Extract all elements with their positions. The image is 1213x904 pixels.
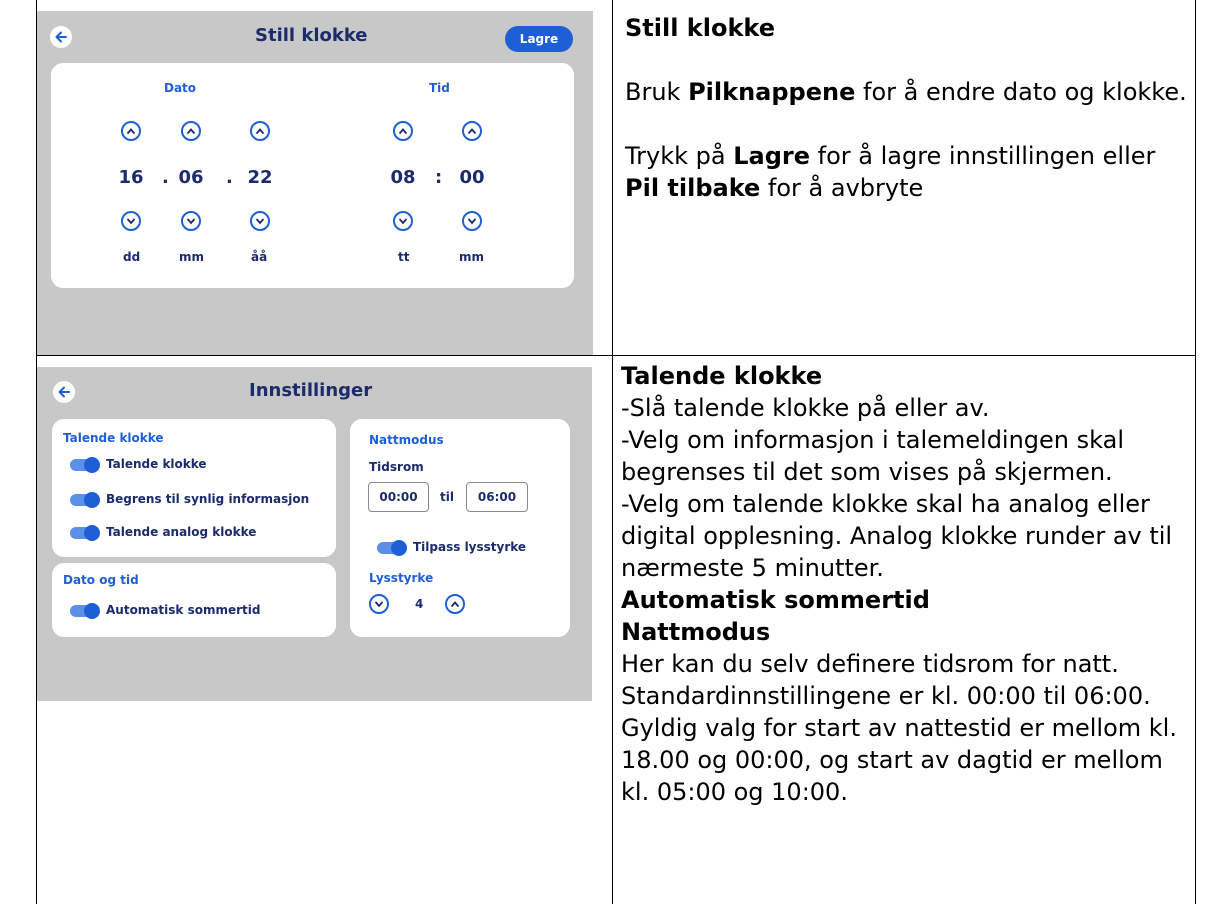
- chevron-up-icon: [256, 128, 264, 134]
- unit-month: mm: [179, 250, 205, 264]
- brightness-toggle[interactable]: [377, 540, 407, 556]
- talking-section-heading: Talende klokke: [63, 431, 164, 445]
- hour-down-button[interactable]: [393, 211, 413, 231]
- table-row-divider: [36, 355, 1196, 356]
- chevron-down-icon: [399, 218, 407, 225]
- talking-clock-card: Talende klokke Talende klokke Begrens ti…: [52, 419, 336, 557]
- date-separator: .: [226, 167, 233, 188]
- clock-settings-screenshot: Still klokke Lagre Dato Tid 16 . 06 . 22…: [37, 11, 593, 355]
- brightness-adapt-label: Tilpass lysstyrke: [413, 540, 527, 554]
- chevron-down-icon: [468, 218, 476, 225]
- chevron-up-icon: [468, 128, 476, 134]
- night-section-heading: Nattmodus: [369, 433, 444, 447]
- limit-info-toggle[interactable]: [70, 492, 100, 508]
- brightness-value: 4: [415, 597, 424, 611]
- brightness-up-button[interactable]: [445, 594, 465, 614]
- row1-heading: Still klokke: [625, 14, 776, 42]
- month-down-button[interactable]: [181, 211, 201, 231]
- dst-label: Automatisk sommertid: [106, 603, 261, 617]
- year-up-button[interactable]: [250, 121, 270, 141]
- arrow-left-icon: [55, 31, 67, 43]
- chevron-up-icon: [451, 601, 459, 607]
- day-up-button[interactable]: [121, 121, 141, 141]
- row2-line-1: -Slå talende klokke på eller av.: [621, 394, 990, 422]
- day-value: 16: [118, 167, 144, 188]
- screen-title: Still klokke: [255, 25, 368, 46]
- analog-clock-toggle[interactable]: [70, 525, 100, 541]
- brightness-down-button[interactable]: [369, 594, 389, 614]
- row2-heading-night: Nattmodus: [621, 618, 771, 646]
- talking-clock-toggle[interactable]: [70, 457, 100, 473]
- table-border-right: [1195, 0, 1196, 904]
- unit-year: åå: [251, 250, 268, 264]
- table-border-middle: [612, 0, 613, 904]
- row2-line-4: Her kan du selv definere tidsrom for nat…: [621, 650, 1177, 806]
- night-start-input[interactable]: 00:00: [368, 482, 429, 512]
- chevron-down-icon: [127, 218, 135, 225]
- year-value: 22: [247, 167, 273, 188]
- settings-screenshot: Innstillinger Talende klokke Talende klo…: [37, 367, 592, 701]
- row1-paragraph-1: Bruk Pilknappene for å endre dato og klo…: [625, 78, 1187, 106]
- analog-clock-label: Talende analog klokke: [106, 525, 257, 539]
- month-value: 06: [178, 167, 204, 188]
- datetime-section-heading: Dato og tid: [63, 573, 139, 587]
- day-down-button[interactable]: [121, 211, 141, 231]
- save-button[interactable]: Lagre: [505, 26, 573, 52]
- row1-paragraph-2: Trykk på Lagre for å lagre innstillingen…: [625, 142, 1156, 202]
- row2-heading-talking: Talende klokke: [621, 362, 823, 390]
- row2-line-3: -Velg om talende klokke skal ha analog e…: [621, 490, 1173, 582]
- chevron-down-icon: [256, 218, 264, 225]
- chevron-up-icon: [187, 128, 195, 134]
- minute-up-button[interactable]: [462, 121, 482, 141]
- screen-title: Innstillinger: [249, 380, 373, 401]
- talking-clock-label: Talende klokke: [106, 457, 207, 471]
- back-button[interactable]: [50, 26, 72, 48]
- dst-toggle[interactable]: [70, 603, 100, 619]
- year-down-button[interactable]: [250, 211, 270, 231]
- night-mode-card: Nattmodus Tidsrom 00:00 til 06:00 Tilpas…: [350, 419, 570, 637]
- date-time-card: Dato og tid Automatisk sommertid: [52, 563, 336, 637]
- unit-day: dd: [123, 250, 141, 264]
- chevron-up-icon: [127, 128, 135, 134]
- hour-up-button[interactable]: [393, 121, 413, 141]
- date-heading: Dato: [164, 81, 197, 95]
- unit-minute: mm: [459, 250, 485, 264]
- arrow-left-icon: [58, 386, 70, 398]
- time-separator: :: [435, 167, 443, 188]
- clock-card: Dato Tid 16 . 06 . 22 08 : 00 dd mm åå t…: [51, 63, 574, 288]
- unit-hour: tt: [398, 250, 410, 264]
- row1-description: Still klokke Bruk Pilknappene for å endr…: [625, 12, 1190, 204]
- back-button[interactable]: [53, 381, 75, 403]
- row2-heading-dst: Automatisk sommertid: [621, 586, 930, 614]
- date-separator: .: [162, 167, 169, 188]
- hour-value: 08: [390, 167, 416, 188]
- minute-down-button[interactable]: [462, 211, 482, 231]
- brightness-heading: Lysstyrke: [369, 571, 434, 585]
- row2-description: Talende klokke -Slå talende klokke på el…: [621, 360, 1193, 808]
- period-label: Tidsrom: [369, 460, 424, 474]
- chevron-down-icon: [375, 601, 383, 608]
- time-heading: Tid: [429, 81, 450, 95]
- period-to-label: til: [440, 490, 454, 504]
- minute-value: 00: [459, 167, 485, 188]
- chevron-down-icon: [187, 218, 195, 225]
- row2-line-2: -Velg om informasjon i talemeldingen ska…: [621, 426, 1125, 486]
- document-table: Still klokke Lagre Dato Tid 16 . 06 . 22…: [0, 0, 1213, 904]
- chevron-up-icon: [399, 128, 407, 134]
- night-end-input[interactable]: 06:00: [466, 482, 528, 512]
- limit-info-label: Begrens til synlig informasjon: [106, 492, 310, 506]
- month-up-button[interactable]: [181, 121, 201, 141]
